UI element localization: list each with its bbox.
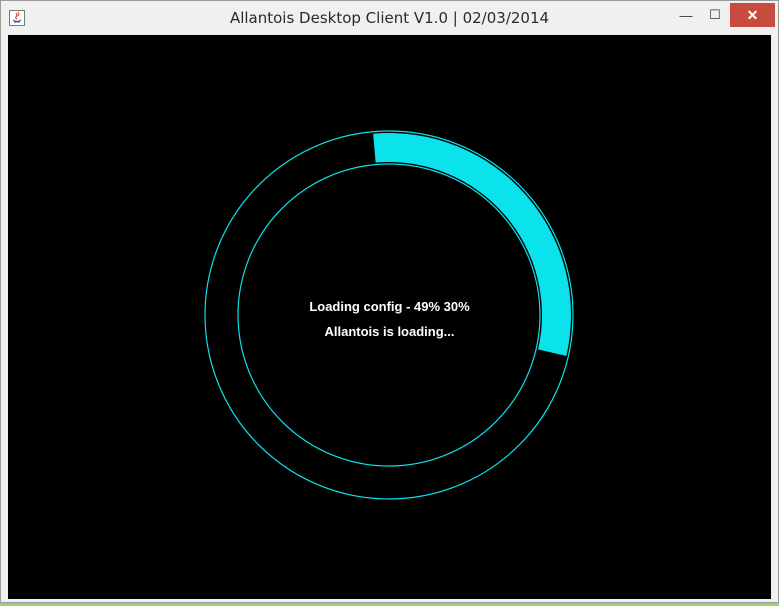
progress-arc-fill	[373, 133, 571, 356]
progress-ring	[204, 130, 574, 500]
close-button[interactable]: ✕	[730, 3, 775, 27]
maximize-button[interactable]: ☐	[701, 3, 729, 27]
app-window: Allantois Desktop Client V1.0 | 02/03/20…	[0, 0, 779, 603]
close-icon: ✕	[746, 6, 759, 23]
window-title: Allantois Desktop Client V1.0 | 02/03/20…	[229, 9, 550, 27]
loading-canvas: Loading config - 49% 30% Allantois is lo…	[8, 35, 771, 599]
progress-ring-outer	[204, 130, 574, 500]
progress-ring-inner	[237, 163, 541, 467]
title-bar[interactable]: Allantois Desktop Client V1.0 | 02/03/20…	[1, 1, 778, 35]
minimize-button[interactable]: —	[672, 3, 700, 27]
loading-status-text: Loading config - 49% 30%	[309, 299, 470, 314]
minimize-icon: —	[679, 7, 693, 23]
loading-message: Allantois is loading...	[324, 324, 455, 339]
maximize-icon: ☐	[709, 7, 721, 22]
